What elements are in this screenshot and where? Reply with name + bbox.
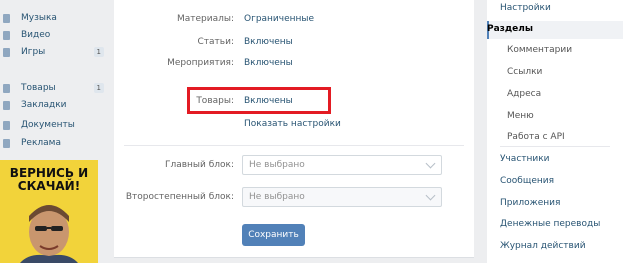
menu-item-label: Приложения <box>500 198 561 208</box>
menu-item-api[interactable]: Работа с API <box>487 129 623 147</box>
show-settings-link[interactable]: Показать настройки <box>244 119 341 129</box>
menu-item-label: Денежные переводы <box>500 219 601 229</box>
menu-item-label: Адреса <box>507 89 542 99</box>
goods-icon <box>3 83 10 93</box>
nav-item-label: Товары <box>21 83 56 93</box>
menu-item-label: Меню <box>507 111 534 121</box>
menu-item-comments[interactable]: Комментарии <box>487 42 623 60</box>
documents-icon <box>3 120 10 130</box>
show-settings-row: Показать настройки <box>114 119 474 133</box>
divider <box>124 145 464 146</box>
menu-item-members[interactable]: Участники <box>487 151 623 169</box>
setting-row-articles: Статьи: Включены <box>114 37 474 51</box>
setting-value-link[interactable]: Ограниченные <box>244 14 314 24</box>
nav-item-games[interactable]: Игры 1 <box>0 44 104 60</box>
nav-item-label: Реклама <box>21 138 61 148</box>
ads-icon <box>3 138 10 148</box>
secondary-block-select[interactable]: Не выбрано <box>242 187 442 207</box>
menu-item-label: Комментарии <box>507 45 573 55</box>
menu-item-links[interactable]: Ссылки <box>487 64 623 82</box>
nav-item-documents[interactable]: Документы <box>0 117 104 133</box>
music-icon <box>3 13 10 23</box>
menu-item-sections[interactable]: Разделы <box>487 21 623 39</box>
setting-row-events: Мероприятия: Включены <box>114 58 474 72</box>
menu-item-apps[interactable]: Приложения <box>487 195 623 213</box>
menu-item-label: Участники <box>500 154 550 164</box>
setting-label: Мероприятия: <box>167 58 234 68</box>
nav-item-label: Видео <box>21 30 51 40</box>
nav-item-bookmarks[interactable]: Закладки <box>0 97 104 113</box>
setting-value-link[interactable]: Включены <box>244 58 293 68</box>
settings-menu: Настройки Разделы Комментарии Ссылки Адр… <box>487 0 623 263</box>
nav-item-counter: 1 <box>93 83 104 93</box>
bookmark-icon <box>3 100 10 110</box>
video-icon <box>3 30 10 40</box>
secondary-block-select-value: Не выбрано <box>249 192 305 202</box>
nav-item-label: Игры <box>21 47 46 57</box>
menu-item-label: Ссылки <box>507 67 543 77</box>
main-block-select[interactable]: Не выбрано <box>242 155 442 175</box>
menu-item-label: Работа с API <box>507 132 565 142</box>
chevron-down-icon <box>425 158 436 169</box>
nav-item-video[interactable]: Видео <box>0 27 104 43</box>
menu-item-action-log[interactable]: Журнал действий <box>487 238 623 256</box>
menu-item-label: Журнал действий <box>500 241 586 251</box>
setting-label: Статьи: <box>197 37 234 47</box>
nav-item-counter: 1 <box>93 47 104 57</box>
left-sidebar: Музыка Видео Игры 1 Товары 1 Закладки До… <box>0 0 108 263</box>
menu-item-label: Настройки <box>500 3 551 13</box>
setting-label: Товары: <box>196 96 234 106</box>
settings-card: Материалы: Ограниченные Статьи: Включены… <box>114 0 474 258</box>
main-block-label: Главный блок: <box>164 160 234 170</box>
setting-value-link[interactable]: Включены <box>244 96 293 106</box>
menu-item-menu[interactable]: Меню <box>487 108 623 126</box>
games-icon <box>3 47 10 57</box>
setting-label: Материалы: <box>176 14 234 24</box>
secondary-block-label: Второстепенный блок: <box>125 192 234 202</box>
menu-item-settings[interactable]: Настройки <box>487 0 623 18</box>
menu-item-money-transfers[interactable]: Денежные переводы <box>487 216 623 234</box>
setting-row-goods: Товары: Включены <box>114 96 474 110</box>
ad-headline: ВЕРНИСЬ И СКАЧАЙ! <box>9 166 89 193</box>
nav-item-label: Закладки <box>21 100 67 110</box>
ad-banner[interactable]: ВЕРНИСЬ И СКАЧАЙ! <box>0 160 98 263</box>
setting-value-link[interactable]: Включены <box>244 37 293 47</box>
menu-item-messages[interactable]: Сообщения <box>487 173 623 191</box>
setting-row-materials: Материалы: Ограниченные <box>114 14 474 28</box>
menu-item-addresses[interactable]: Адреса <box>487 86 623 104</box>
chevron-down-icon <box>425 190 436 201</box>
nav-item-goods[interactable]: Товары 1 <box>0 80 104 96</box>
nav-item-music[interactable]: Музыка <box>0 10 104 26</box>
nav-item-label: Документы <box>21 120 75 130</box>
menu-item-label: Сообщения <box>500 176 555 186</box>
nav-item-ads[interactable]: Реклама <box>0 135 104 151</box>
menu-divider <box>500 146 610 147</box>
menu-item-label: Разделы <box>487 24 534 34</box>
nav-item-label: Музыка <box>21 13 57 23</box>
main-block-select-value: Не выбрано <box>249 160 305 170</box>
save-button[interactable]: Сохранить <box>242 224 305 246</box>
